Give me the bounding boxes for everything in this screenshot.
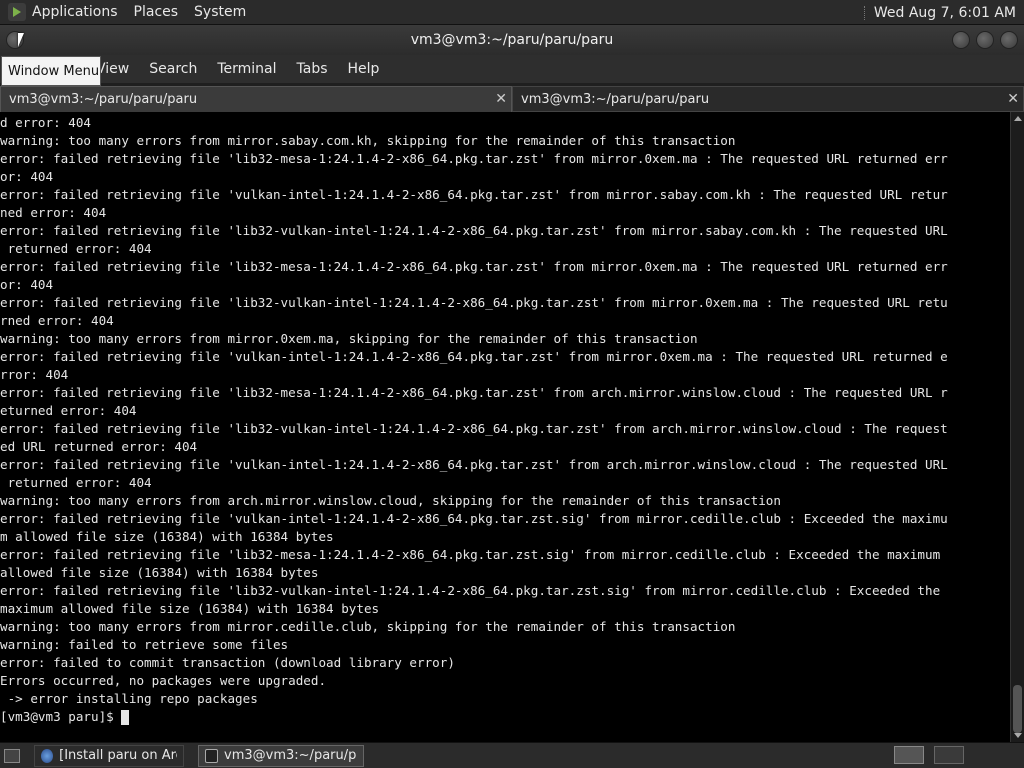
window-menu-tooltip: Window Menu (1, 56, 101, 86)
terminal-line: error: failed retrieving file 'lib32-mes… (0, 259, 948, 274)
distro-logo-icon[interactable] (8, 3, 26, 21)
browser-icon (41, 748, 54, 763)
tab-label: vm3@vm3:~/paru/paru/paru (521, 91, 710, 107)
terminal-line: d error: 404 (0, 115, 91, 130)
terminal-line: or: 404 (0, 169, 54, 184)
taskbar-item-label: [Install paru on Arc... (59, 748, 177, 763)
menu-terminal[interactable]: Terminal (217, 61, 276, 77)
terminal-line: m allowed file size (16384) with 16384 b… (0, 529, 334, 544)
scrollbar-thumb[interactable] (1013, 685, 1022, 733)
terminal-line: error: failed to commit transaction (dow… (0, 655, 455, 670)
tab-terminal-2[interactable]: vm3@vm3:~/paru/paru/paru ✕ (512, 86, 1024, 112)
tab-close-icon[interactable]: ✕ (495, 91, 507, 107)
terminal-line: error: failed retrieving file 'lib32-mes… (0, 151, 948, 166)
terminal-line: warning: too many errors from mirror.ced… (0, 619, 736, 634)
panel-separator (863, 5, 866, 20)
tab-bar: vm3@vm3:~/paru/paru/paru ✕ vm3@vm3:~/par… (0, 86, 1024, 112)
show-desktop-icon[interactable] (4, 748, 20, 763)
terminal-line: rned error: 404 (0, 313, 114, 328)
scroll-down-arrow-icon[interactable] (1014, 733, 1022, 738)
terminal-line: warning: failed to retrieve some files (0, 637, 289, 652)
terminal-line: error: failed retrieving file 'vulkan-in… (0, 457, 948, 472)
menu-tabs[interactable]: Tabs (297, 61, 328, 77)
terminal-line: error: failed retrieving file 'lib32-vul… (0, 295, 948, 310)
system-menu[interactable]: System (194, 4, 246, 20)
top-panel: Applications Places System Wed Aug 7, 6:… (0, 0, 1024, 25)
terminal-line: or: 404 (0, 277, 54, 292)
terminal-line: warning: too many errors from mirror.sab… (0, 133, 736, 148)
terminal-line: error: failed retrieving file 'lib32-mes… (0, 385, 948, 400)
places-menu[interactable]: Places (134, 4, 179, 20)
taskbar-item-label: vm3@vm3:~/paru/p... (224, 748, 357, 763)
terminal-icon (205, 748, 219, 763)
menubar: View Search Terminal Tabs Help (0, 55, 1024, 83)
workspace-1[interactable] (894, 746, 924, 764)
terminal-line: maximum allowed file size (16384) with 1… (0, 601, 380, 616)
terminal-line: Errors occurred, no packages were upgrad… (0, 673, 327, 688)
maximize-button[interactable] (976, 31, 994, 49)
terminal-line: error: failed retrieving file 'lib32-vul… (0, 421, 948, 436)
window-title: vm3@vm3:~/paru/paru/paru (410, 32, 614, 48)
tab-terminal-1[interactable]: vm3@vm3:~/paru/paru/paru ✕ (0, 86, 512, 112)
menu-help[interactable]: Help (348, 61, 380, 77)
minimize-button[interactable] (952, 31, 970, 49)
terminal-line: allowed file size (16384) with 16384 byt… (0, 565, 319, 580)
tab-close-icon[interactable]: ✕ (1007, 91, 1019, 107)
taskbar-item-terminal[interactable]: vm3@vm3:~/paru/p... (198, 744, 364, 767)
terminal-line: warning: too many errors from arch.mirro… (0, 493, 781, 508)
terminal-scrollbar[interactable] (1010, 112, 1024, 742)
shell-prompt: [vm3@vm3 paru]$ (0, 709, 122, 724)
scroll-up-arrow-icon[interactable] (1014, 116, 1022, 121)
terminal-line: ned error: 404 (0, 205, 107, 220)
terminal-line: error: failed retrieving file 'vulkan-in… (0, 349, 948, 364)
window-titlebar[interactable]: vm3@vm3:~/paru/paru/paru (0, 25, 1024, 55)
panel-right-area: Wed Aug 7, 6:01 AM (863, 0, 1016, 25)
terminal-line: returned error: 404 (0, 475, 152, 490)
workspace-2[interactable] (934, 746, 964, 764)
terminal-line: error: failed retrieving file 'lib32-vul… (0, 583, 941, 598)
terminal-line: warning: too many errors from mirror.0xe… (0, 331, 698, 346)
terminal-line: error: failed retrieving file 'vulkan-in… (0, 511, 948, 526)
tab-label: vm3@vm3:~/paru/paru/paru (9, 92, 198, 107)
mouse-cursor-icon (18, 33, 24, 47)
bottom-panel: [Install paru on Arc... vm3@vm3:~/paru/p… (0, 742, 1024, 768)
terminal-output[interactable]: d error: 404 warning: too many errors fro… (0, 112, 1010, 742)
terminal-line: -> error installing repo packages (0, 691, 258, 706)
terminal-line: error: failed retrieving file 'lib32-vul… (0, 223, 948, 238)
taskbar-item-browser[interactable]: [Install paru on Arc... (34, 744, 184, 767)
applications-menu[interactable]: Applications (32, 4, 118, 20)
terminal-line: error: failed retrieving file 'vulkan-in… (0, 187, 948, 202)
terminal-line: ed URL returned error: 404 (0, 439, 198, 454)
menu-search[interactable]: Search (149, 61, 197, 77)
terminal-line: error: failed retrieving file 'lib32-mes… (0, 547, 941, 562)
text-cursor (121, 710, 130, 725)
terminal-line: rror: 404 (0, 367, 69, 382)
terminal-line: eturned error: 404 (0, 403, 137, 418)
terminal-prompt-line[interactable]: [vm3@vm3 paru]$ (0, 708, 1010, 726)
clock[interactable]: Wed Aug 7, 6:01 AM (874, 5, 1016, 21)
terminal-line: returned error: 404 (0, 241, 152, 256)
close-window-button[interactable] (1000, 31, 1018, 49)
